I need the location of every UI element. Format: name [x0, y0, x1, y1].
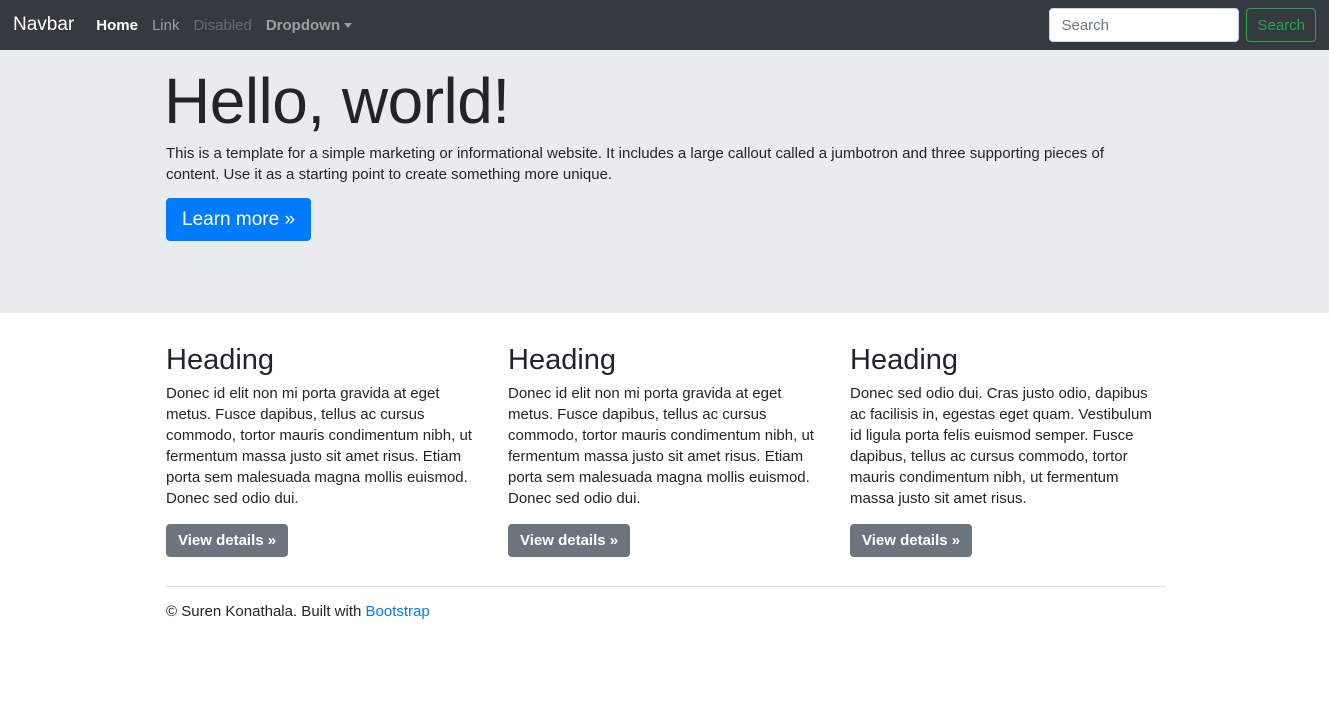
feature-column-2: Heading Donec id elit non mi porta gravi… — [508, 342, 818, 557]
search-form: Search — [1049, 8, 1316, 42]
view-details-button-1[interactable]: View details » — [166, 524, 289, 557]
learn-more-button[interactable]: Learn more » — [166, 198, 312, 241]
nav-dropdown-toggle[interactable]: Dropdown — [266, 17, 352, 34]
nav-link-link[interactable]: Link — [152, 17, 180, 34]
view-details-button-2[interactable]: View details » — [508, 524, 631, 557]
feature-column-1: Heading Donec id elit non mi porta gravi… — [166, 342, 476, 557]
nav-link-disabled: Disabled — [193, 16, 252, 34]
column-heading: Heading — [166, 344, 275, 376]
view-details-button-3[interactable]: View details » — [850, 524, 973, 557]
footer-text: © Suren Konathala. Built with — [166, 603, 362, 620]
column-text: Donec id elit non mi porta gravida at eg… — [508, 385, 814, 507]
nav-dropdown-label: Dropdown — [265, 16, 340, 34]
nav-link-home[interactable]: Home — [96, 17, 138, 34]
footer: © Suren Konathala. Built with Bootstrap — [166, 603, 430, 620]
nav-links: Home Link Disabled Dropdown — [96, 17, 366, 34]
search-button[interactable]: Search — [1246, 8, 1316, 42]
feature-column-3: Heading Donec sed odio dui. Cras justo o… — [850, 342, 1160, 557]
column-text: Donec id elit non mi porta gravida at eg… — [166, 385, 472, 507]
navbar-brand[interactable]: Navbar — [13, 14, 74, 36]
jumbotron: Hello, world! This is a template for a s… — [0, 50, 1329, 313]
feature-columns: Heading Donec id elit non mi porta gravi… — [166, 342, 1166, 572]
jumbotron-text: This is a template for a simple marketin… — [166, 145, 1104, 183]
bootstrap-link[interactable]: Bootstrap — [366, 603, 430, 620]
jumbotron-title: Hello, world! — [164, 65, 510, 137]
footer-divider — [166, 586, 1166, 587]
column-heading: Heading — [508, 344, 617, 376]
navbar: Navbar Home Link Disabled Dropdown Searc… — [0, 0, 1329, 50]
column-text: Donec sed odio dui. Cras justo odio, dap… — [850, 385, 1152, 507]
search-input[interactable] — [1049, 8, 1240, 42]
column-heading: Heading — [850, 344, 959, 376]
caret-down-icon — [344, 22, 352, 28]
